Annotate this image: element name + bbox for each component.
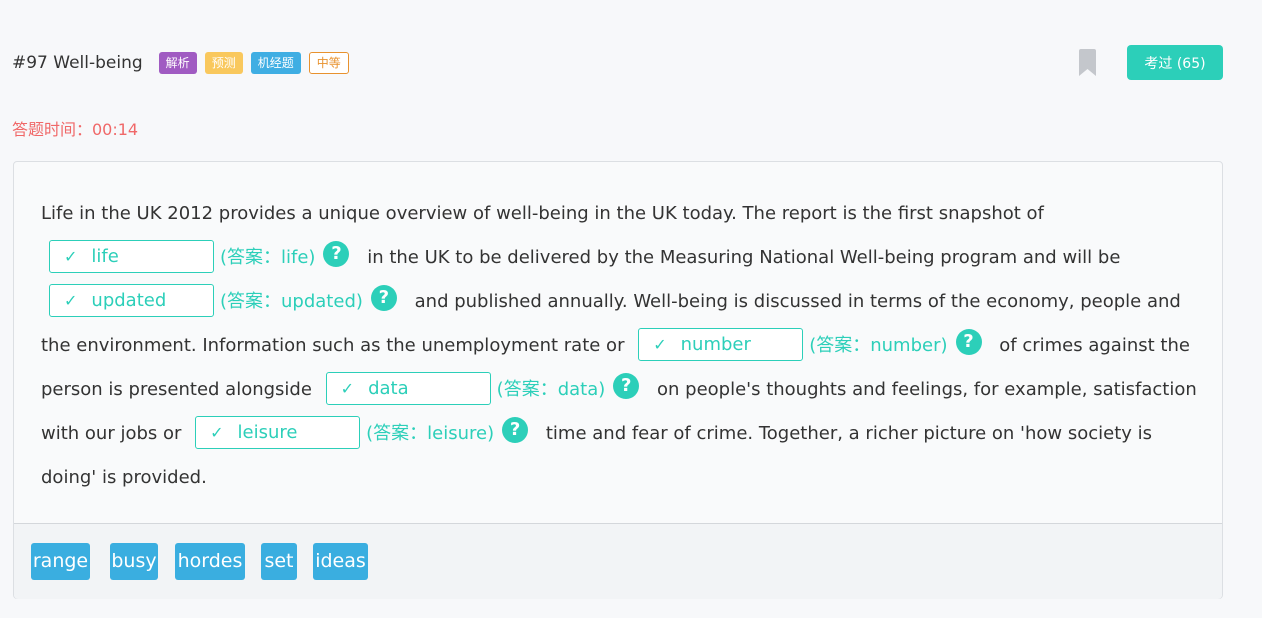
tag-prediction[interactable]: 预测	[204, 52, 243, 74]
blank-value: leisure	[237, 421, 298, 443]
blank-3[interactable]: ✓ number	[638, 327, 804, 361]
passage-text: in the UK to be delivered by the Measuri…	[367, 247, 1121, 268]
answer-timer: 答题时间：00:14	[12, 120, 139, 139]
answer-hint: (答案：leisure)	[366, 423, 495, 444]
blank-value: data	[368, 377, 409, 399]
blank-value: life	[91, 245, 119, 267]
check-icon: ✓	[64, 246, 78, 266]
blank-5[interactable]: ✓ leisure	[195, 415, 361, 449]
check-icon: ✓	[653, 334, 667, 354]
answer-hint: (答案：number)	[809, 335, 948, 356]
tag-difficulty: 中等	[308, 52, 349, 74]
bookmark-icon[interactable]	[1079, 49, 1096, 76]
question-panel: Life in the UK 2012 provides a unique ov…	[13, 161, 1223, 599]
blank-value: updated	[91, 289, 167, 311]
word-option[interactable]: range	[31, 543, 90, 580]
check-icon: ✓	[64, 290, 78, 310]
check-icon: ✓	[340, 378, 355, 398]
help-icon[interactable]: ?	[955, 329, 982, 355]
question-title: #97 Well-being	[12, 53, 143, 73]
word-option[interactable]: ideas	[313, 543, 368, 580]
word-bank: range busy hordes set ideas	[14, 524, 1222, 599]
check-icon: ✓	[210, 422, 224, 442]
blank-4[interactable]: ✓ data	[325, 371, 491, 405]
word-option[interactable]: set	[261, 543, 297, 580]
blank-1[interactable]: ✓ life	[49, 239, 214, 273]
tag-exam-question[interactable]: 机经题	[250, 52, 301, 74]
answer-hint: (答案：life)	[220, 247, 316, 268]
passage: Life in the UK 2012 provides a unique ov…	[41, 192, 1201, 500]
tag-analysis[interactable]: 解析	[158, 52, 197, 74]
word-option[interactable]: hordes	[175, 543, 245, 580]
help-icon[interactable]: ?	[502, 417, 529, 443]
word-option[interactable]: busy	[110, 543, 158, 580]
blank-value: number	[680, 333, 751, 355]
tested-count-button[interactable]: 考过 (65)	[1127, 45, 1223, 80]
help-icon[interactable]: ?	[323, 241, 350, 267]
help-icon[interactable]: ?	[370, 285, 397, 311]
help-icon[interactable]: ?	[613, 373, 640, 399]
passage-text: Life in the UK 2012 provides a unique ov…	[41, 203, 1044, 224]
question-header: #97 Well-being 解析 预测 机经题 中等	[12, 48, 1224, 78]
blank-2[interactable]: ✓ updated	[49, 283, 214, 317]
answer-hint: (答案：updated)	[220, 291, 363, 312]
answer-hint: (答案：data)	[496, 379, 606, 400]
